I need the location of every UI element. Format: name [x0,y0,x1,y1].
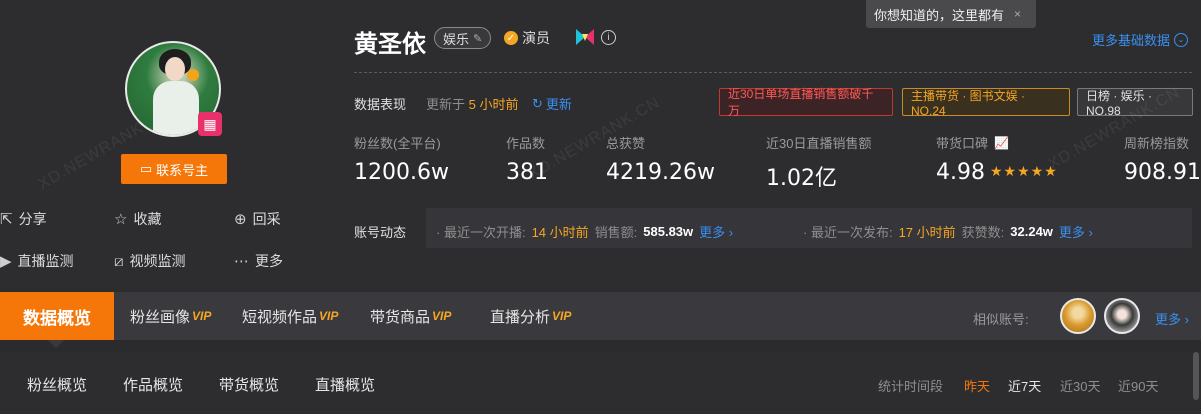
recollect-icon: ⊕ [234,211,247,228]
chevron-down-icon: ⌄ [1174,32,1189,47]
live-more-link[interactable]: 更多 › [699,222,733,241]
similar-account-avatar[interactable] [1060,298,1096,334]
live-icon: ▶ [0,253,12,270]
message-icon: ▭ [139,161,153,176]
profile-left-column: XD.NEWRANK.CN ▦ ▭ 联系号主 ⇱ 分享 ☆ 收藏 ⊕ 回采 ▶ … [0,0,330,292]
stat-label: 周新榜指数 [1124,136,1190,151]
active-tab-indicator [48,340,64,348]
trend-chart-icon[interactable]: 📈 [994,136,1009,150]
favorite-button[interactable]: ☆ 收藏 [114,209,161,229]
period-90-days[interactable]: 近90天 [1118,376,1158,395]
stat-value: 1.02亿 [766,166,837,191]
period-7-days[interactable]: 近7天 [1008,376,1041,395]
subtab-sales-overview[interactable]: 带货概览 [219,374,279,395]
tab-products[interactable]: 带货商品 VIP [370,292,451,340]
monitor-chart-icon: ⧄ [114,252,124,270]
post-more-link[interactable]: 更多 › [1059,222,1093,241]
account-activity-label: 账号动态 [354,225,407,240]
stat-label: 近30日直播销售额 [766,136,872,151]
subtab-live-overview[interactable]: 直播概览 [315,374,375,395]
video-monitor-button[interactable]: ⧄ 视频监测 [114,251,186,271]
ranking-badge[interactable]: 主播带货 · 图书文娱 · NO.24 [902,88,1070,118]
more-basic-data-link[interactable]: 更多基础数据 ⌄ [1092,30,1189,49]
refresh-icon: ↻ [532,95,543,111]
live-monitor-button[interactable]: ▶ 直播监测 [0,251,74,271]
last-live-info: · 最近一次开播: 14 小时前 销售额: 585.83w 更多 › [436,222,734,241]
stat-value: 4.98 [936,160,985,185]
share-icon: ⇱ [0,211,13,228]
recollect-button[interactable]: ⊕ 回采 [234,209,281,229]
stat-label: 作品数 [506,136,546,151]
period-yesterday[interactable]: 昨天 [964,376,990,395]
more-dots-icon: ⋯ [234,253,249,270]
period-label: 统计时间段 [878,379,944,394]
tab-fan-profile[interactable]: 粉丝画像 VIP [130,292,211,340]
tab-data-overview[interactable]: 数据概览 [0,292,114,340]
more-actions-button[interactable]: ⋯ 更多 [234,251,283,271]
star-icon: ☆ [114,211,128,228]
info-icon[interactable]: i [601,30,616,45]
updated-time: 更新于 5 小时前 [426,97,519,112]
tab-live-analysis[interactable]: 直播分析 VIP [490,292,571,340]
more-similar-link[interactable]: 更多 › [1155,309,1189,328]
last-post-info: · 最近一次发布: 17 小时前 获赞数: 32.24w 更多 › [803,222,1093,241]
divider [354,72,1192,73]
category-tag[interactable]: 娱乐 ✎ [434,27,492,49]
account-name: 黄圣依 [354,31,426,58]
data-performance-label: 数据表现 [354,97,407,112]
period-30-days[interactable]: 近30天 [1060,376,1100,395]
stat-value: 4219.26w [606,160,715,185]
stat-value: 1200.6w [354,160,449,185]
qr-code-icon[interactable]: ▦ [198,112,222,136]
subtab-fan-overview[interactable]: 粉丝概览 [27,374,87,395]
stat-label: 粉丝数(全平台) [354,136,441,151]
stat-label-reputation: 带货口碑 📈 [936,135,1009,152]
verified-check-icon: ✓ [504,31,518,45]
refresh-button[interactable]: ↻ 更新 [532,94,572,113]
close-icon[interactable]: × [1014,7,1021,21]
share-button[interactable]: ⇱ 分享 [0,209,47,229]
similar-account-avatar[interactable] [1104,298,1140,334]
verified-badge: ✓ 演员 [504,28,550,48]
scrollbar[interactable] [1193,352,1199,400]
stat-value: 908.91 [1124,160,1201,185]
contact-owner-button[interactable]: ▭ 联系号主 [121,154,227,184]
tab-short-videos[interactable]: 短视频作品 VIP [242,292,338,340]
sales-achievement-badge[interactable]: 近30日单场直播销售额破千万 [719,87,893,118]
edit-pencil-icon: ✎ [473,32,483,45]
similar-accounts-label: 相似账号: [973,312,1029,327]
platform-logo-icon [576,29,594,45]
subtab-works-overview[interactable]: 作品概览 [123,374,183,395]
rating-stars: ★★★★★ [990,163,1058,179]
tooltip: 你想知道的，这里都有 × [866,0,1036,28]
